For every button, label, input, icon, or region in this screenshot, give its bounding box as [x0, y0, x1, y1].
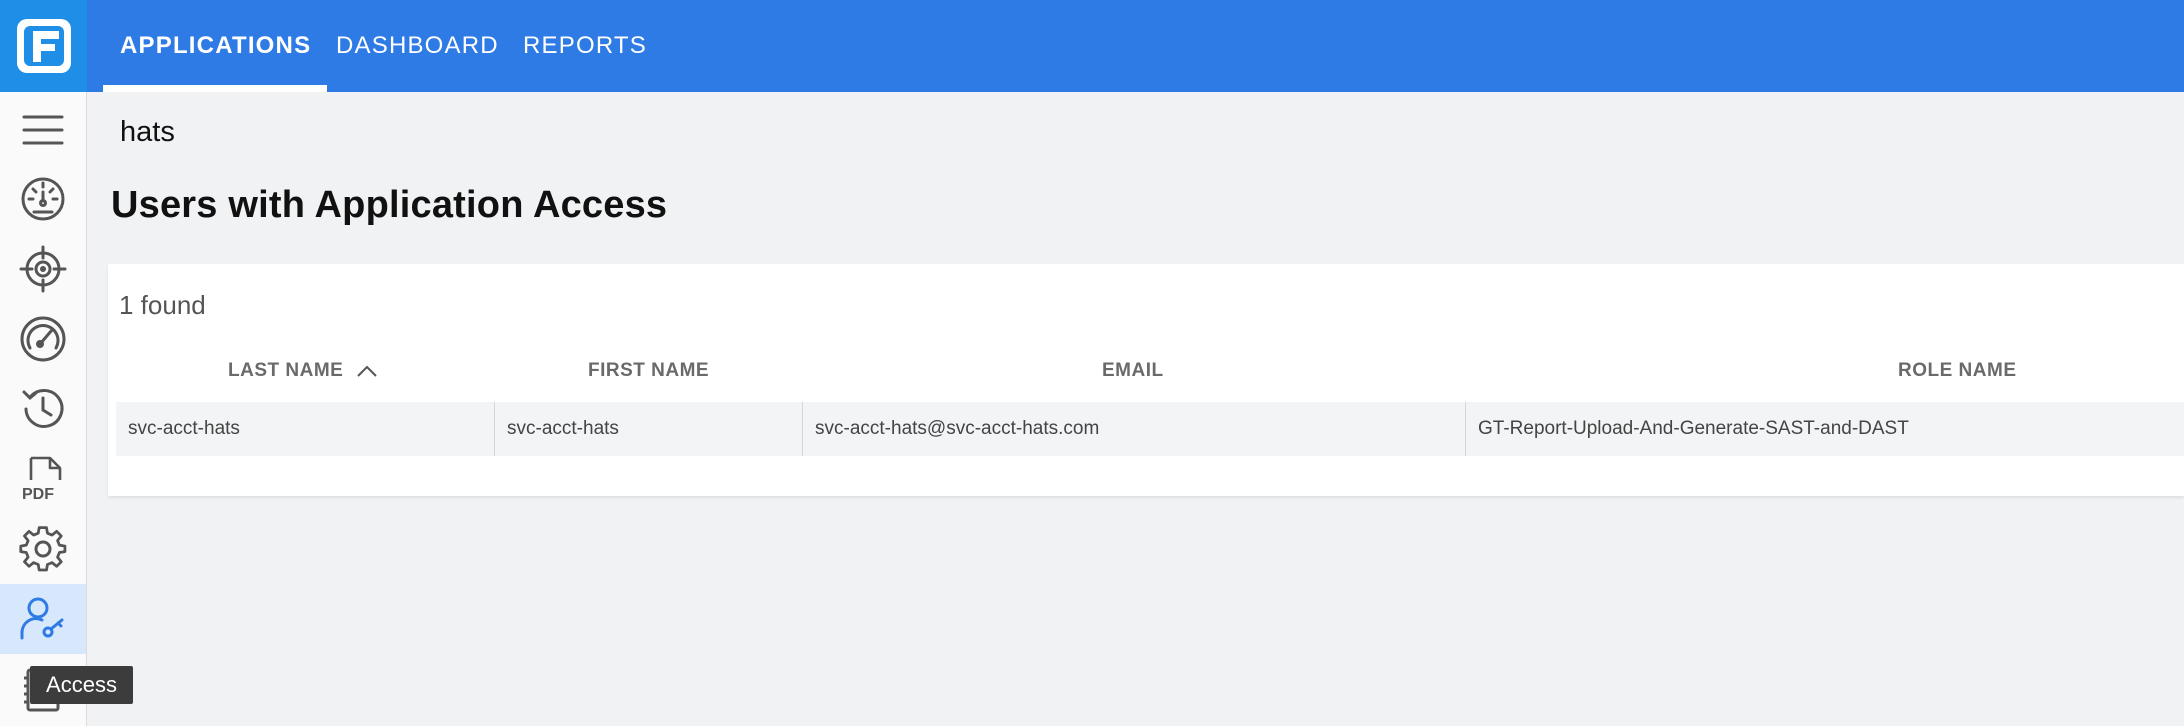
sidebar-item-history[interactable] [0, 374, 86, 444]
tab-dashboard-label: DASHBOARD [336, 32, 499, 59]
history-icon [22, 388, 64, 428]
sidebar: PDF [0, 92, 87, 726]
column-header-last-name[interactable]: LAST NAME [228, 360, 379, 382]
result-count: 1 found [119, 290, 206, 320]
tab-reports[interactable]: REPORTS [523, 0, 647, 92]
column-header-label: FIRST NAME [588, 360, 710, 381]
dashboard-gauge-icon [21, 177, 65, 221]
cell-email: svc-acct-hats@svc-acct-hats.com [802, 402, 1465, 456]
column-header-email[interactable]: EMAIL [1102, 360, 1164, 382]
sidebar-item-pdf[interactable]: PDF [0, 444, 86, 514]
pdf-icon: PDF [22, 456, 62, 503]
sidebar-item-speedometer[interactable] [0, 304, 86, 374]
page-title: Users with Application Access [111, 184, 668, 226]
cell-role-name: GT-Report-Upload-And-Generate-SAST-and-D… [1465, 402, 2184, 456]
tab-applications-label: APPLICATIONS [120, 32, 312, 59]
table-row[interactable]: svc-acct-hats svc-acct-hats svc-acct-hat… [116, 402, 2184, 456]
speedometer-icon [20, 316, 66, 362]
sidebar-menu-button[interactable] [0, 95, 86, 165]
logo-icon [16, 19, 71, 73]
sidebar-item-access[interactable] [0, 584, 86, 654]
tab-applications[interactable]: APPLICATIONS [103, 0, 328, 92]
app-logo[interactable] [0, 0, 87, 92]
sidebar-item-settings[interactable] [0, 514, 86, 584]
sidebar-item-target[interactable] [0, 234, 86, 304]
column-header-label: LAST NAME [228, 360, 344, 381]
active-tab-indicator [103, 85, 328, 92]
gear-icon [19, 526, 67, 572]
sidebar-item-dashboard[interactable] [0, 164, 86, 234]
sort-ascending-icon [357, 365, 378, 377]
top-nav-bar: APPLICATIONS DASHBOARD REPORTS [0, 0, 2184, 92]
column-header-role-name[interactable]: ROLE NAME [1898, 360, 2017, 382]
column-header-label: EMAIL [1102, 360, 1164, 381]
application-name: hats [120, 116, 175, 148]
tab-reports-label: REPORTS [523, 32, 647, 59]
sidebar-tooltip: Access [30, 666, 133, 704]
cell-first-name: svc-acct-hats [494, 402, 802, 456]
tab-dashboard[interactable]: DASHBOARD [336, 0, 499, 92]
user-key-icon [20, 597, 64, 640]
column-header-label: ROLE NAME [1898, 360, 2017, 381]
column-header-first-name[interactable]: FIRST NAME [588, 360, 709, 382]
users-table-card: 1 found LAST NAME FIRST NAME EMAIL ROLE … [108, 264, 2184, 496]
svg-text:PDF: PDF [22, 486, 54, 503]
cell-last-name: svc-acct-hats [128, 418, 240, 439]
menu-icon [22, 115, 64, 145]
target-icon [19, 245, 67, 293]
